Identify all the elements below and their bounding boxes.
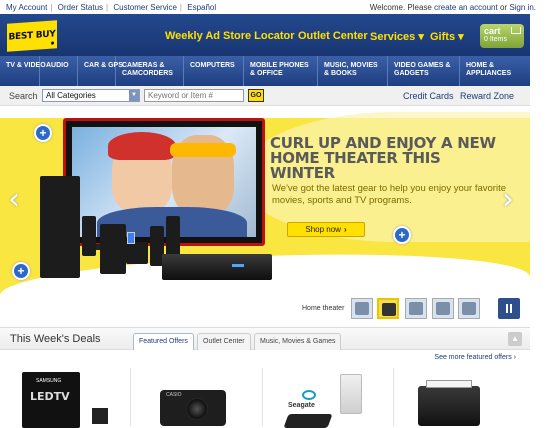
go-button[interactable]: GO — [248, 89, 264, 102]
or-label: or — [499, 3, 508, 12]
espanol-link[interactable]: Español — [187, 3, 216, 12]
shop-now-label: Shop now — [305, 225, 341, 234]
category-select-value: All Categories — [46, 91, 96, 100]
category-computers[interactable]: COMPUTERS — [184, 56, 244, 86]
ledtv-text: LEDTV — [30, 390, 70, 403]
site-header: BEST BUY Weekly Ad Store Locator Outlet … — [0, 14, 530, 56]
deals-header: This Week's Deals Featured Offers Outlet… — [0, 328, 530, 350]
utility-links: My Account | Order Status | Customer Servi… — [6, 3, 217, 12]
best-buy-logo[interactable]: BEST BUY — [7, 20, 57, 52]
gifts-menu[interactable]: Gifts ▾ — [430, 30, 464, 43]
category-video-games[interactable]: VIDEO GAMES & GADGETS — [388, 56, 460, 86]
drive-image — [283, 414, 333, 428]
category-select[interactable]: All Categories ▼ — [42, 89, 140, 102]
tv-image: SAMSUNG LEDTV — [22, 372, 80, 428]
hotspot-plus-icon[interactable]: + — [393, 226, 411, 244]
divider — [130, 368, 131, 426]
cart-count: 0 Items — [484, 36, 507, 43]
subwoofer-image — [100, 224, 126, 274]
hero-headline: CURL UP AND ENJOY A NEW HOME THEATER THI… — [270, 134, 496, 182]
hotspot-plus-icon[interactable]: + — [34, 124, 52, 142]
category-mobile-phones[interactable]: MOBILE PHONES & OFFICE — [244, 56, 318, 86]
product-box-image — [92, 408, 108, 424]
casio-logo-text: CASIO — [166, 392, 182, 398]
cart-button[interactable]: cart 0 Items — [480, 24, 524, 48]
customer-service-link[interactable]: Customer Service — [113, 3, 177, 12]
weekly-ad-link[interactable]: Weekly Ad — [165, 30, 220, 42]
speaker-image — [126, 242, 148, 264]
samsung-logo-text: SAMSUNG — [36, 378, 62, 384]
tv-screen — [72, 127, 256, 237]
tower-speaker-image — [40, 176, 80, 278]
pause-icon[interactable] — [498, 298, 520, 319]
divider — [262, 368, 263, 426]
tab-music-movies-games[interactable]: Music, Movies & Games — [254, 333, 342, 350]
tab-outlet-center[interactable]: Outlet Center — [197, 333, 251, 350]
carousel-prev-arrow-icon[interactable]: ‹ — [8, 182, 20, 217]
deal-product-casio-camera[interactable]: CASIO — [150, 368, 250, 426]
weekly-deals-section: This Week's Deals Featured Offers Outlet… — [0, 327, 530, 428]
my-account-link[interactable]: My Account — [6, 3, 47, 12]
carousel-thumb[interactable] — [458, 298, 480, 319]
divider — [393, 368, 394, 426]
create-account-link[interactable]: create an account — [434, 3, 498, 12]
carousel-next-arrow-icon[interactable]: › — [502, 182, 514, 217]
carousel-thumbnails: Home theater — [0, 295, 530, 322]
bluray-player-image — [162, 254, 272, 280]
reward-zone-link[interactable]: Reward Zone — [460, 91, 514, 101]
carousel-current-label: Home theater — [302, 305, 345, 312]
ipod-image — [127, 232, 135, 244]
carousel-thumb-active[interactable] — [377, 298, 399, 319]
person-image — [108, 132, 176, 212]
search-input[interactable] — [144, 89, 244, 102]
outlet-center-link[interactable]: Outlet Center — [298, 30, 368, 42]
printer-image — [418, 380, 480, 426]
utility-bar: My Account | Order Status | Customer Servi… — [0, 0, 550, 14]
category-tv-video[interactable]: TV & VIDEO — [0, 56, 46, 86]
seagate-logo-text: Seagate — [288, 402, 315, 409]
carousel-thumb[interactable] — [405, 298, 427, 319]
order-status-link[interactable]: Order Status — [58, 3, 103, 12]
welcome-text: Welcome. Please create an account or Sig… — [370, 3, 536, 12]
category-audio[interactable]: AUDIO — [40, 56, 78, 86]
tab-featured-offers[interactable]: Featured Offers — [133, 333, 194, 350]
store-locator-link[interactable]: Store Locator — [223, 30, 295, 42]
category-cameras[interactable]: CAMERAS & CAMCORDERS — [116, 56, 184, 86]
search-bar: Search All Categories ▼ GO Credit Cards … — [0, 86, 530, 106]
drive-stand-image — [340, 374, 362, 414]
carousel-thumb[interactable] — [351, 298, 373, 319]
deal-product-printer[interactable] — [412, 368, 512, 426]
hotspot-plus-icon[interactable]: + — [12, 262, 30, 280]
select-arrow-icon: ▼ — [129, 90, 139, 101]
deals-title: This Week's Deals — [10, 333, 101, 345]
search-label: Search — [9, 91, 38, 101]
shop-now-button[interactable]: Shop now › — [287, 222, 365, 237]
cart-icon — [511, 27, 521, 34]
sign-in-link[interactable]: Sign in. — [509, 3, 536, 12]
seagate-logo-icon — [302, 390, 316, 400]
speaker-image — [82, 216, 96, 256]
logo-dot — [51, 41, 54, 45]
seagate-logo: Seagate — [283, 390, 333, 428]
credit-cards-link[interactable]: Credit Cards — [403, 91, 454, 101]
deal-product-seagate-drive[interactable]: Seagate — [280, 368, 380, 428]
category-music-movies[interactable]: MUSIC, MOVIES & BOOKS — [318, 56, 388, 86]
camera-image: CASIO — [160, 390, 226, 426]
see-more-offers-link[interactable]: See more featured offers › — [434, 354, 516, 361]
services-menu[interactable]: Services ▾ — [370, 30, 424, 43]
hero-banner: CURL UP AND ENJOY A NEW HOME THEATER THI… — [0, 106, 530, 295]
collapse-icon[interactable]: ▲ — [508, 332, 522, 346]
welcome-label: Welcome. Please — [369, 3, 432, 12]
category-car-gps[interactable]: CAR & GPS — [78, 56, 123, 86]
deal-product-samsung-tv[interactable]: SAMSUNG LEDTV — [22, 368, 122, 428]
category-nav: TV & VIDEO AUDIO CAR & GPS CAMERAS & CAM… — [0, 56, 530, 86]
category-home-appliances[interactable]: HOME & APPLIANCES — [460, 56, 530, 86]
paper-icon — [426, 380, 472, 388]
person-image — [170, 135, 236, 215]
logo-text: BEST BUY — [8, 29, 56, 43]
chevron-right-icon: › — [343, 225, 347, 234]
carousel-thumb[interactable] — [432, 298, 454, 319]
hero-subtext: We've got the latest gear to help you en… — [272, 183, 506, 206]
lens-icon — [186, 398, 208, 420]
